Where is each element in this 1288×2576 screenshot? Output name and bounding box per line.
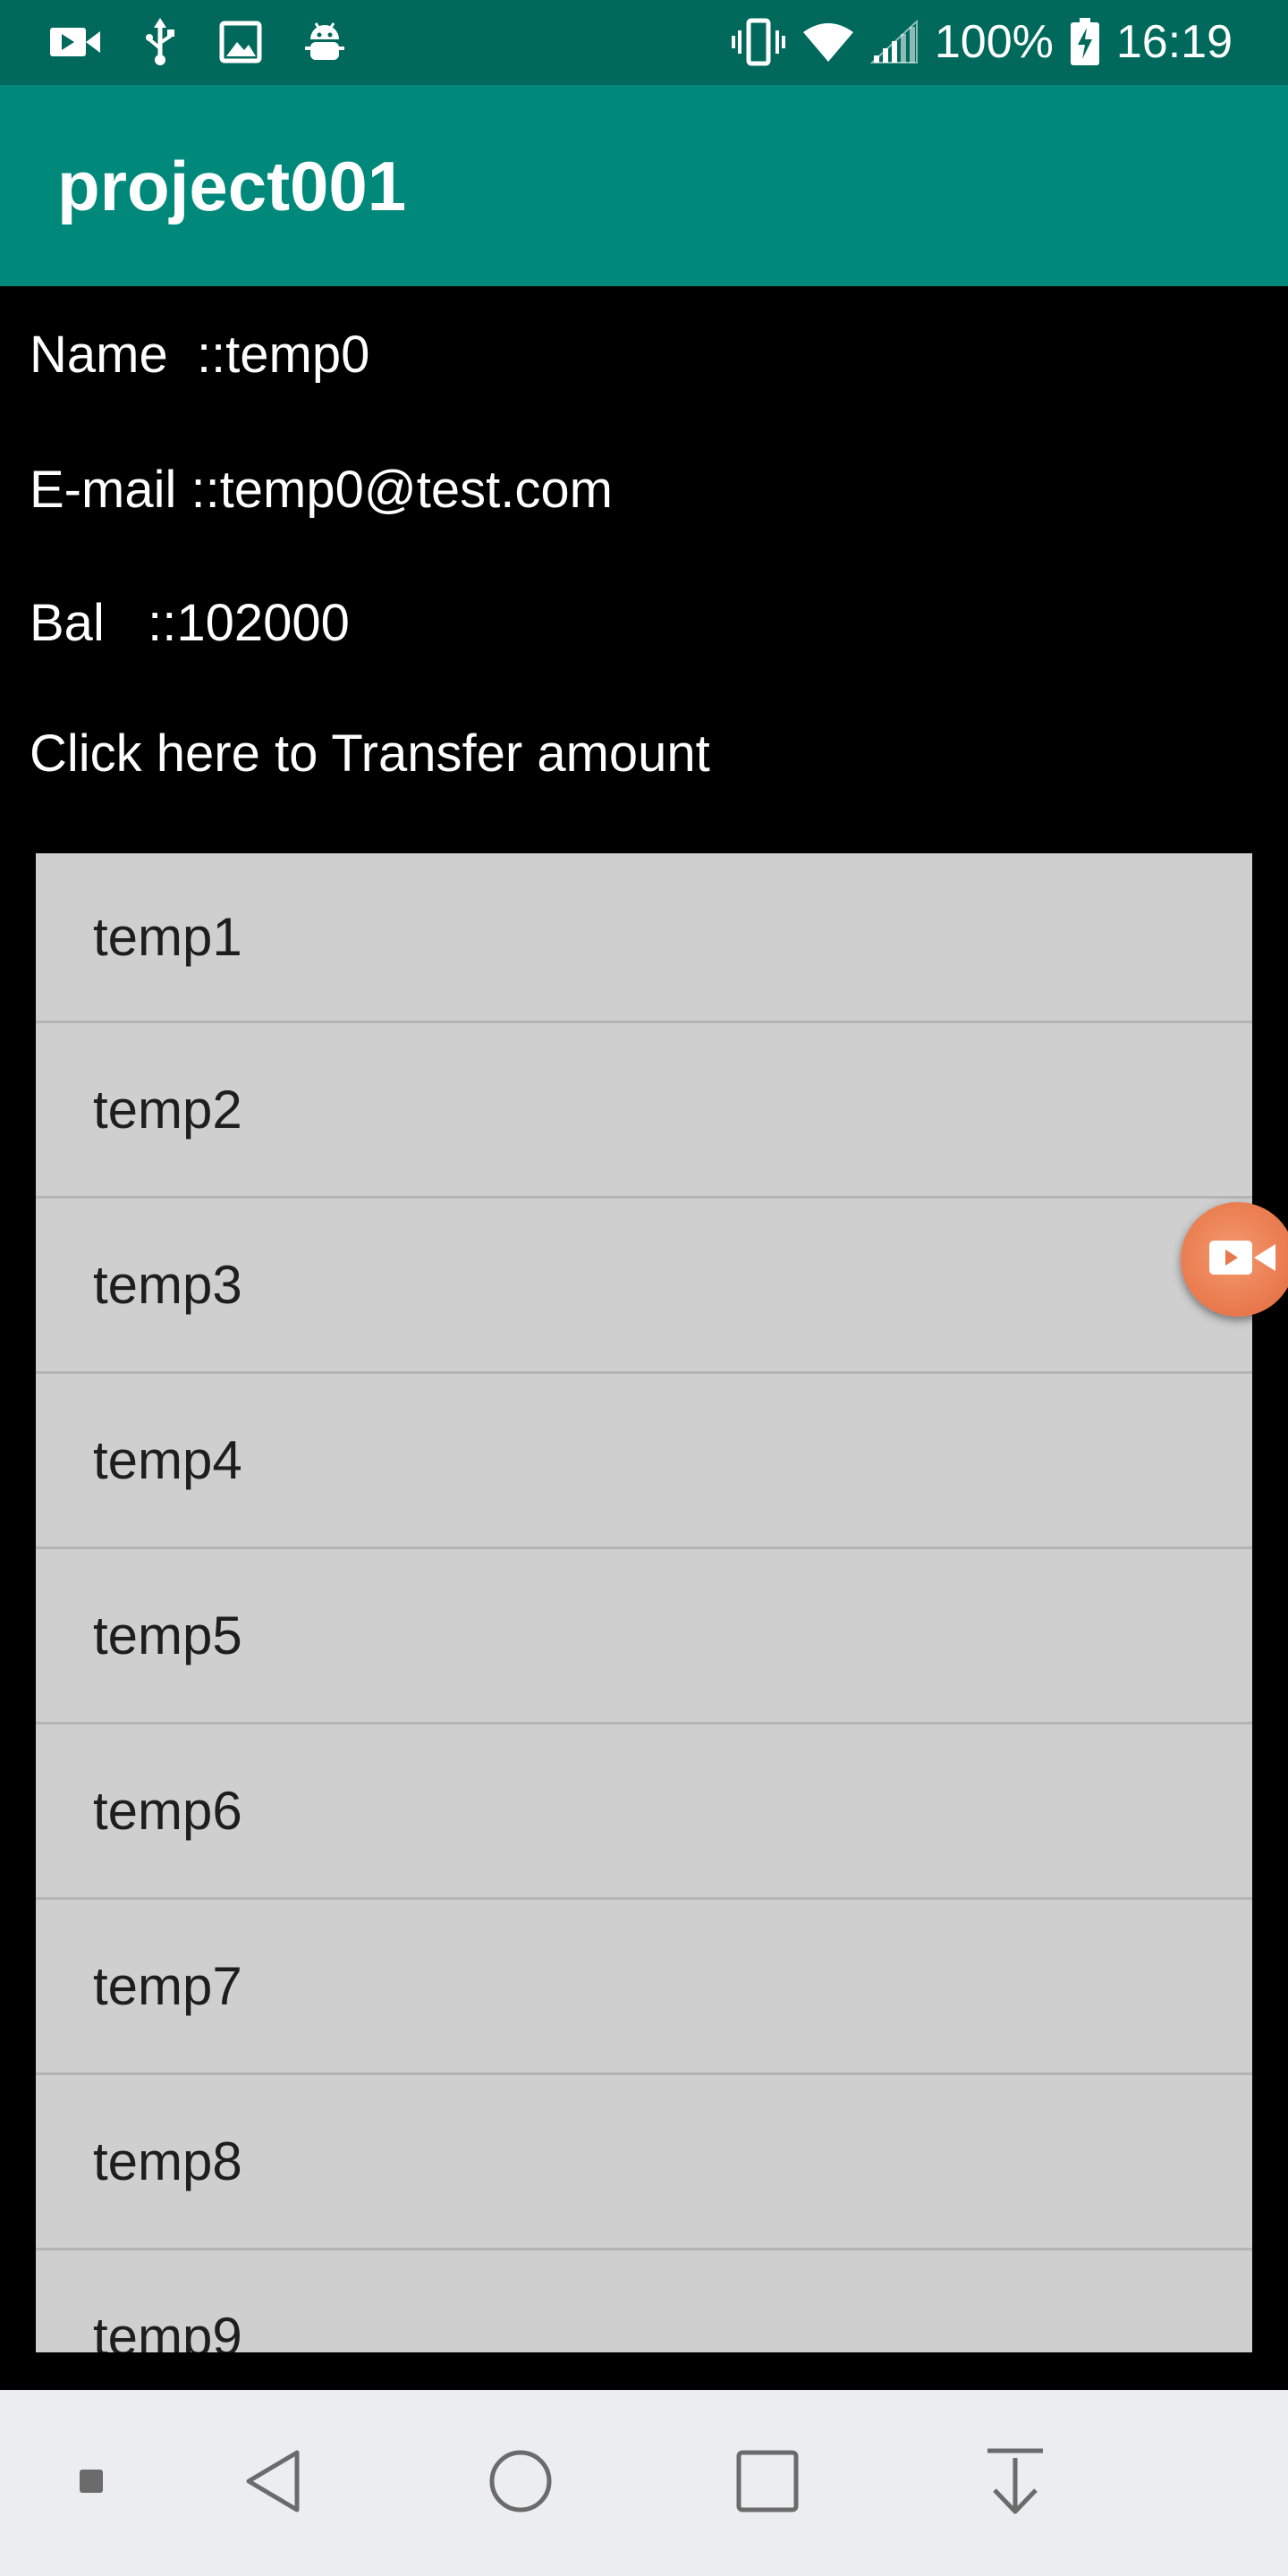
image-icon <box>219 21 262 64</box>
list-item-temp8[interactable]: temp8 <box>36 2075 1252 2250</box>
clock: 16:19 <box>1115 16 1233 68</box>
home-button[interactable] <box>476 2390 565 2576</box>
app-bar: project001 <box>0 85 1288 286</box>
list-item-temp6[interactable]: temp6 <box>36 1724 1252 1900</box>
account-email: E-mail ::temp0@test.com <box>30 461 613 519</box>
home-icon <box>488 2449 553 2518</box>
list-item-temp2[interactable]: temp2 <box>36 1023 1252 1199</box>
battery-percent: 100% <box>934 16 1054 68</box>
usb-icon <box>142 18 178 66</box>
small-square-button[interactable] <box>55 2390 127 2576</box>
list-item-temp5[interactable]: temp5 <box>36 1549 1252 1724</box>
back-icon <box>243 2449 302 2518</box>
pull-down-button[interactable] <box>970 2390 1060 2576</box>
wifi-icon <box>802 21 854 63</box>
screen-record-floating-button[interactable] <box>1181 1202 1288 1317</box>
small-square-icon <box>79 2469 104 2498</box>
transfer-amount-link[interactable]: Click here to Transfer amount <box>30 723 710 785</box>
system-status: 100% 16:19 <box>731 16 1233 68</box>
pull-down-icon <box>986 2447 1045 2520</box>
recents-button[interactable] <box>723 2390 812 2576</box>
user-list[interactable]: temp1 temp2 temp3 temp4 temp5 temp6 temp… <box>36 853 1252 2352</box>
vibrate-icon <box>731 18 786 66</box>
recents-icon <box>736 2450 799 2517</box>
account-name: Name ::temp0 <box>30 326 370 384</box>
battery-charging-icon <box>1070 18 1100 66</box>
list-item-temp7[interactable]: temp7 <box>36 1900 1252 2075</box>
list-item-temp9[interactable]: temp9 <box>36 2250 1252 2352</box>
status-bar: 100% 16:19 <box>0 0 1288 85</box>
signal-icon <box>869 20 919 64</box>
android-debug-icon <box>303 20 346 64</box>
list-item-temp4[interactable]: temp4 <box>36 1374 1252 1549</box>
account-balance: Bal ::102000 <box>30 594 350 652</box>
list-item-temp3[interactable]: temp3 <box>36 1199 1252 1374</box>
list-item-temp1[interactable]: temp1 <box>36 853 1252 1023</box>
video-record-icon <box>1208 1237 1277 1283</box>
video-camera-icon <box>49 24 101 60</box>
back-button[interactable] <box>228 2390 318 2576</box>
notification-icons <box>49 16 346 68</box>
navigation-bar <box>0 2390 1288 2576</box>
app-title: project001 <box>57 147 407 225</box>
